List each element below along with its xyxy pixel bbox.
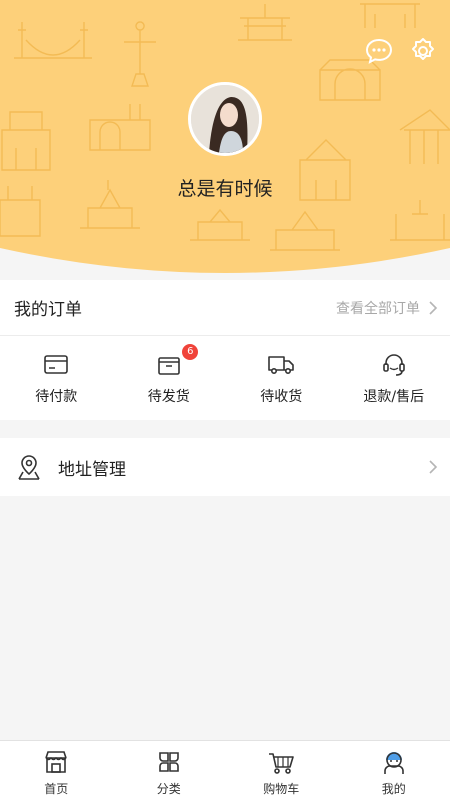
category-icon [158, 752, 179, 772]
status-pending-shipment[interactable]: 6 待发货 [113, 336, 226, 420]
bottom-tab-bar: 首页 分类 购物车 我的 [0, 740, 450, 800]
tab-label: 购物车 [263, 782, 300, 796]
orders-title: 我的订单 [14, 300, 82, 320]
status-pending-receipt[interactable]: 待收货 [225, 336, 338, 420]
orders-card: 我的订单 查看全部订单 待付款 6 待发货 待收货 退款/售后 [0, 280, 450, 420]
status-label: 待付款 [35, 389, 78, 405]
view-all-orders-link[interactable]: 查看全部订单 [336, 298, 438, 318]
address-management-label: 地址管理 [58, 459, 126, 480]
settings-icon[interactable] [408, 36, 438, 66]
store-icon [45, 751, 68, 773]
tab-label: 首页 [44, 782, 69, 796]
profile-icon [383, 752, 404, 774]
profile-header: 总是有时候 [0, 0, 450, 280]
status-label: 待收货 [260, 389, 303, 405]
username[interactable]: 总是有时候 [0, 174, 450, 201]
tab-label: 我的 [381, 782, 406, 796]
chat-icon[interactable] [364, 36, 394, 66]
status-label: 待发货 [147, 389, 190, 405]
tab-category[interactable]: 分类 [113, 741, 226, 800]
headset-icon [382, 354, 405, 376]
address-management-row[interactable]: 地址管理 [0, 438, 450, 496]
status-label: 退款/售后 [363, 389, 425, 405]
view-all-orders-label: 查看全部订单 [336, 300, 420, 317]
tab-mine[interactable]: 我的 [338, 741, 450, 800]
cart-icon [269, 753, 295, 774]
truck-icon [268, 356, 295, 374]
package-icon [157, 357, 180, 375]
orders-header: 我的订单 查看全部订单 [0, 280, 450, 336]
avatar-photo [191, 85, 259, 153]
chevron-right-icon [429, 300, 438, 315]
card-icon [44, 355, 69, 374]
chevron-right-icon [429, 460, 438, 474]
order-status-row: 待付款 6 待发货 待收货 退款/售后 [0, 336, 450, 420]
tab-cart[interactable]: 购物车 [225, 741, 338, 800]
location-pin-icon [18, 455, 40, 480]
pending-shipment-badge: 6 [182, 344, 199, 360]
avatar[interactable] [188, 82, 262, 156]
status-refund-aftersale[interactable]: 退款/售后 [338, 336, 450, 420]
tab-home[interactable]: 首页 [0, 741, 113, 800]
status-pending-payment[interactable]: 待付款 [0, 336, 113, 420]
tab-label: 分类 [156, 782, 181, 796]
